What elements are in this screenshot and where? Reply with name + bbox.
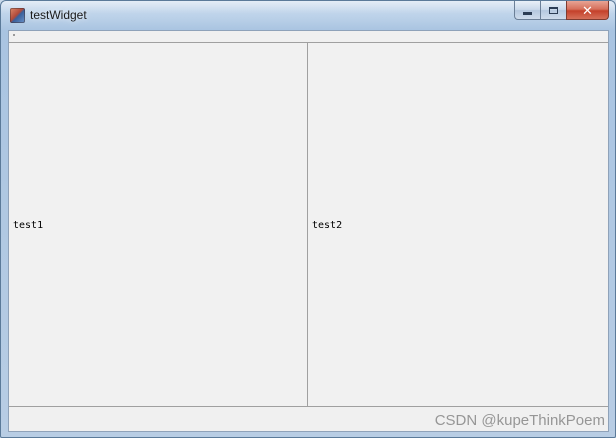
window-title: testWidget [30, 8, 87, 22]
left-pane: test1 [9, 43, 308, 407]
central-widget: test1 test2 [8, 30, 609, 432]
close-button[interactable]: ✕ [566, 1, 609, 20]
maximize-icon [549, 6, 558, 14]
toolbar-grip-handle[interactable] [13, 34, 15, 36]
toolbar [9, 31, 608, 43]
maximize-button[interactable] [540, 1, 566, 20]
minimize-button[interactable] [514, 1, 540, 20]
app-icon[interactable] [10, 8, 25, 23]
title-bar[interactable]: testWidget ✕ [1, 1, 615, 29]
right-pane: test2 [308, 43, 608, 407]
close-icon: ✕ [582, 2, 593, 18]
watermark-text: CSDN @kupeThinkPoem [434, 412, 605, 429]
left-pane-label: test1 [13, 220, 44, 231]
right-pane-label: test2 [312, 220, 343, 231]
app-window: testWidget ✕ test1 test2 CSDN @kupeThink… [0, 0, 616, 438]
minimize-icon [523, 11, 532, 15]
window-controls: ✕ [514, 1, 609, 21]
